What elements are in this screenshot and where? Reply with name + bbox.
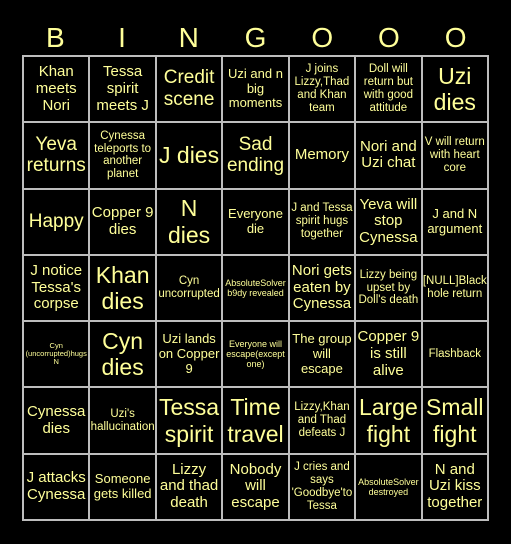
bingo-cell[interactable]: Khan dies — [89, 254, 156, 322]
bingo-cell[interactable]: J and N argument — [421, 188, 488, 255]
bingo-cell[interactable]: Cyn (uncorrupted)hugs N — [23, 321, 90, 388]
bingo-cell[interactable]: N dies — [155, 188, 223, 255]
bingo-cell[interactable]: Cynessa dies — [23, 387, 90, 454]
header-letter-i: I — [118, 22, 126, 53]
bingo-cell[interactable]: J dies — [155, 122, 223, 189]
bingo-cell[interactable]: Credit scene — [155, 56, 223, 123]
header-letter-o2: O — [378, 22, 400, 53]
bingo-cell[interactable]: Lizzy being upset by Doll's death — [355, 254, 422, 322]
bingo-cell[interactable]: Nori and Uzi chat — [355, 122, 422, 189]
bingo-cell[interactable]: The group will escape — [288, 321, 356, 388]
bingo-cell[interactable]: Uzi and n big moments — [222, 56, 289, 123]
bingo-cell[interactable]: Memory — [288, 122, 356, 189]
bingo-cell[interactable]: Everyone will escape(except one) — [222, 321, 289, 388]
bingo-grid: Khan meets Nori Tessa spirit meets J Cre… — [22, 55, 489, 521]
bingo-cell[interactable]: Doll will return but with good attitude — [355, 56, 422, 123]
bingo-cell[interactable]: Flashback — [421, 321, 488, 388]
header-letter-o1: O — [311, 22, 334, 53]
bingo-cell[interactable]: Uzi's hallucination — [89, 387, 156, 454]
bingo-cell[interactable]: V will return with heart core — [421, 122, 488, 189]
bingo-cell[interactable]: Uzi dies — [421, 56, 488, 123]
bingo-cell[interactable]: Lizzy and thad death — [155, 453, 223, 520]
bingo-cell[interactable]: Happy — [23, 188, 90, 255]
bingo-cell[interactable]: J attacks Cynessa — [23, 453, 90, 520]
bingo-cell[interactable]: AbsoluteSolver destroyed — [355, 453, 422, 520]
bingo-cell[interactable]: Tessa spirit meets J — [89, 56, 156, 123]
bingo-cell[interactable]: Someone gets killed — [89, 453, 156, 520]
header-letter-g: G — [244, 22, 267, 53]
bingo-cell[interactable]: Nori gets eaten by Cynessa — [288, 254, 356, 322]
bingo-cell[interactable]: Nobody will escape — [222, 453, 289, 520]
bingo-cell[interactable]: J cries and says 'Goodbye'to Tessa — [288, 453, 356, 520]
header-letter-n: N — [178, 22, 199, 53]
bingo-cell[interactable]: Cyn dies — [89, 321, 156, 388]
bingo-cell[interactable]: Cynessa teleports to another planet — [89, 122, 156, 189]
bingo-header: B I N G O O O — [22, 20, 489, 56]
bingo-cell[interactable]: Lizzy,Khan and Thad defeats J — [288, 387, 356, 454]
bingo-cell[interactable]: J joins Lizzy,Thad and Khan team — [288, 56, 356, 123]
bingo-cell[interactable]: Sad ending — [222, 122, 289, 189]
bingo-cell[interactable]: Yeva returns — [23, 122, 90, 189]
header-letter-o3: O — [444, 22, 467, 53]
bingo-cell[interactable]: Tessa spirit — [155, 387, 223, 454]
bingo-cell[interactable]: Cyn uncorrupted — [155, 254, 223, 322]
bingo-cell[interactable]: Uzi lands on Copper 9 — [155, 321, 223, 388]
bingo-cell[interactable]: Yeva will stop Cynessa — [355, 188, 422, 255]
bingo-cell[interactable]: Small fight — [421, 387, 488, 454]
bingo-cell[interactable]: J notice Tessa's corpse — [23, 254, 90, 322]
bingo-cell[interactable]: Copper 9 dies — [89, 188, 156, 255]
bingo-cell[interactable]: Time travel — [222, 387, 289, 454]
bingo-cell[interactable]: Large fight — [355, 387, 422, 454]
bingo-cell[interactable]: J and Tessa spirit hugs together — [288, 188, 356, 255]
bingo-cell[interactable]: [NULL]Black hole return — [421, 254, 488, 322]
bingo-cell[interactable]: Khan meets Nori — [23, 56, 90, 123]
header-letter-b: B — [46, 22, 65, 53]
bingo-cell[interactable]: Copper 9 is still alive — [355, 321, 422, 388]
bingo-cell[interactable]: Everyone die — [222, 188, 289, 255]
bingo-cell[interactable]: N and Uzi kiss together — [421, 453, 488, 520]
bingo-cell[interactable]: AbsoluteSolver b9dy revealed — [222, 254, 289, 322]
